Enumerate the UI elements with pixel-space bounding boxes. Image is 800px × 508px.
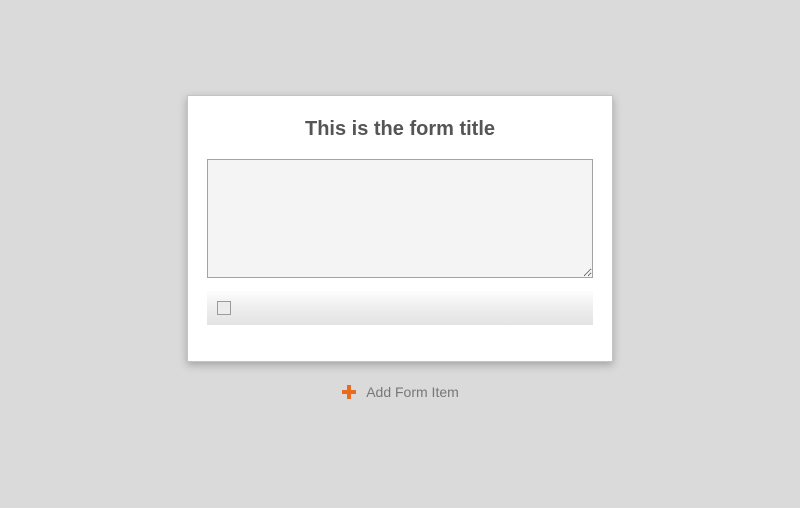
form-textarea[interactable] [207,159,593,278]
form-card: This is the form title [187,95,613,362]
checkbox-row[interactable] [207,291,593,325]
textarea-container [207,159,593,278]
checkbox[interactable] [217,301,231,315]
add-form-item-label: Add Form Item [366,384,459,400]
plus-icon [341,384,357,400]
form-title: This is the form title [188,118,612,141]
add-form-item-button[interactable]: Add Form Item [0,384,800,400]
